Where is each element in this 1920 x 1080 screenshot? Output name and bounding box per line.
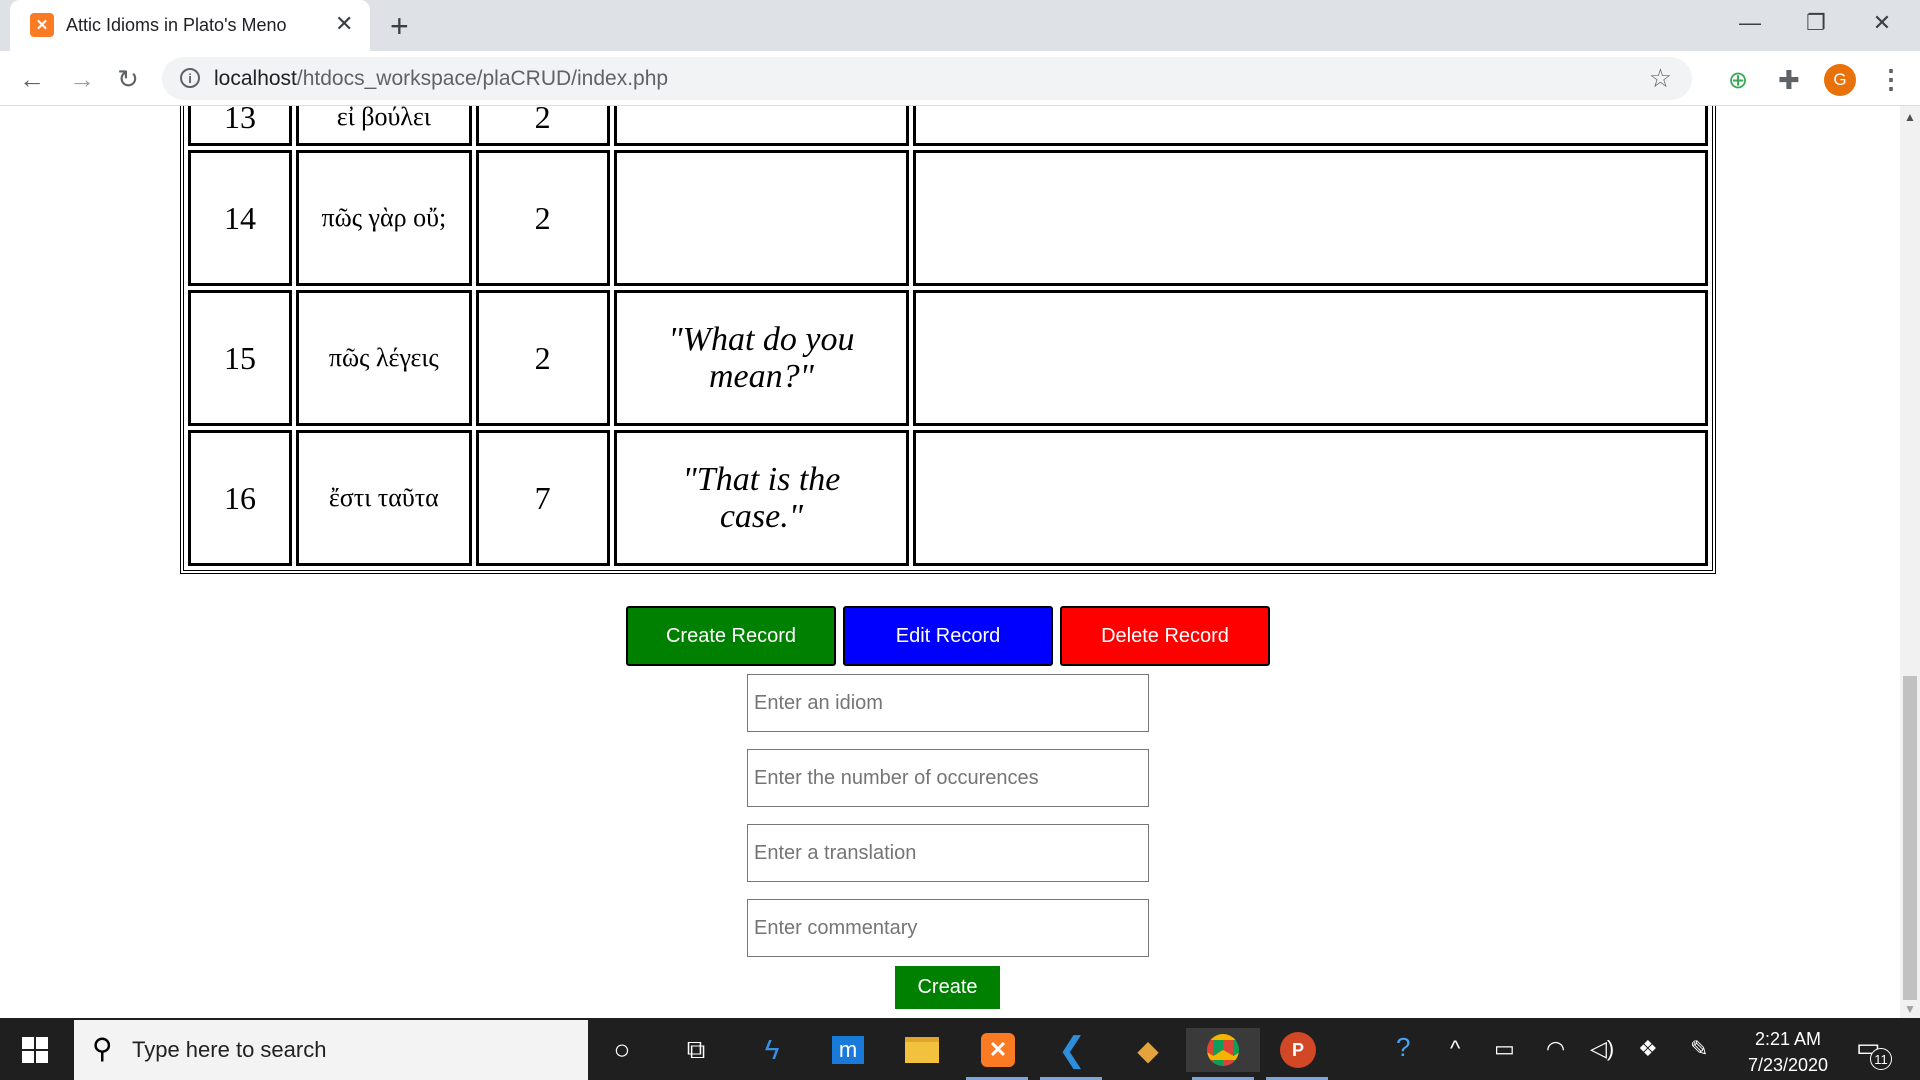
- help-icon[interactable]: ?: [1396, 1032, 1410, 1063]
- browser-menu-icon[interactable]: ⋮: [1878, 64, 1904, 95]
- table-row: 13 εἰ βούλει 2: [188, 106, 1708, 146]
- row-translation: [613, 150, 910, 286]
- restore-button[interactable]: ❐: [1786, 6, 1846, 40]
- notification-count-badge: 11: [1870, 1048, 1892, 1070]
- scroll-up-arrow-icon[interactable]: ▲: [1904, 110, 1916, 124]
- row-translation: "That is the case.": [613, 430, 910, 566]
- show-hidden-icons-chevron-icon[interactable]: ^: [1450, 1036, 1460, 1062]
- windows-taskbar: ⚲ Type here to search ○ ⧉ ϟ m ✕ ❮ ◆ P ? …: [0, 1018, 1920, 1080]
- row-occurrences: 7: [475, 430, 610, 566]
- table-row: 16 ἔστι ταῦτα 7 "That is the case.": [188, 430, 1708, 566]
- vscode-icon[interactable]: ❮: [1050, 1028, 1094, 1072]
- row-idiom: πῶς γὰρ οὔ;: [295, 150, 472, 286]
- windows-start-icon[interactable]: [22, 1037, 48, 1063]
- row-number: 14: [188, 150, 292, 286]
- app-store-icon[interactable]: m: [826, 1028, 870, 1072]
- page-content: 13 εἰ βούλει 2 14 πῶς γὰρ οὔ; 2 15 πῶς λ…: [0, 106, 1900, 1018]
- display-icon[interactable]: ▭: [1494, 1036, 1515, 1062]
- url-text[interactable]: localhost/htdocs_workspace/plaCRUD/index…: [214, 67, 668, 91]
- browser-toolbar: ← → ↻ i localhost/htdocs_workspace/plaCR…: [0, 51, 1920, 106]
- bookmark-star-icon[interactable]: ☆: [1649, 63, 1672, 94]
- close-window-button[interactable]: ✕: [1852, 6, 1912, 40]
- tab-title: Attic Idioms in Plato's Meno: [66, 15, 287, 35]
- row-translation: [613, 106, 910, 146]
- row-commentary: [913, 106, 1708, 146]
- pen-icon[interactable]: ✎: [1690, 1036, 1708, 1062]
- page-scrollbar[interactable]: ▲ ▼: [1900, 106, 1920, 1018]
- new-tab-button[interactable]: +: [390, 8, 409, 45]
- git-icon[interactable]: ◆: [1126, 1028, 1170, 1072]
- row-idiom: ἔστι ταῦτα: [295, 430, 472, 566]
- row-translation: "What do you mean?": [613, 290, 910, 426]
- row-occurrences: 2: [475, 290, 610, 426]
- taskbar-clock[interactable]: 2:21 AM 7/23/2020: [1738, 1026, 1838, 1078]
- translation-input[interactable]: [747, 824, 1149, 882]
- puzzle-extensions-icon[interactable]: ✚: [1778, 65, 1800, 96]
- occurrences-input[interactable]: [747, 749, 1149, 807]
- profile-avatar[interactable]: G: [1824, 64, 1856, 96]
- tab-close-icon[interactable]: ✕: [335, 11, 353, 37]
- task-view-icon[interactable]: ⧉: [674, 1028, 718, 1072]
- delete-record-button[interactable]: Delete Record: [1060, 606, 1270, 666]
- tab-bar: ✕ Attic Idioms in Plato's Meno ✕ + — ❐ ✕: [0, 0, 1920, 51]
- powerpoint-icon[interactable]: P: [1276, 1028, 1320, 1072]
- volume-icon[interactable]: ◁): [1590, 1036, 1614, 1062]
- row-number: 13: [188, 106, 292, 146]
- cortana-icon[interactable]: ○: [600, 1028, 644, 1072]
- row-occurrences: 2: [475, 150, 610, 286]
- clock-time: 2:21 AM: [1754, 1029, 1822, 1049]
- row-commentary: [913, 430, 1708, 566]
- row-commentary: [913, 290, 1708, 426]
- taskbar-search[interactable]: ⚲ Type here to search: [74, 1020, 588, 1080]
- idiom-input[interactable]: [747, 674, 1149, 732]
- row-occurrences: 2: [475, 106, 610, 146]
- search-icon: ⚲: [92, 1033, 113, 1064]
- wifi-icon[interactable]: ◠: [1546, 1036, 1565, 1062]
- add-extension-icon[interactable]: ⊕: [1728, 66, 1748, 95]
- browser-tab[interactable]: ✕ Attic Idioms in Plato's Meno ✕: [10, 0, 370, 51]
- row-commentary: [913, 150, 1708, 286]
- xampp-favicon-icon: ✕: [30, 13, 54, 37]
- chrome-icon[interactable]: [1186, 1028, 1260, 1072]
- taskbar-search-placeholder: Type here to search: [132, 1037, 327, 1062]
- scroll-thumb[interactable]: [1903, 676, 1917, 1000]
- row-number: 15: [188, 290, 292, 426]
- file-explorer-icon[interactable]: [900, 1028, 944, 1072]
- address-bar[interactable]: i localhost/htdocs_workspace/plaCRUD/ind…: [162, 57, 1692, 100]
- row-number: 16: [188, 430, 292, 566]
- forward-button[interactable]: →: [64, 61, 100, 97]
- scroll-down-arrow-icon[interactable]: ▼: [1904, 1002, 1916, 1016]
- table-row: 14 πῶς γὰρ οὔ; 2: [188, 150, 1708, 286]
- create-record-button[interactable]: Create Record: [626, 606, 836, 666]
- app-bolt-icon[interactable]: ϟ: [750, 1028, 794, 1072]
- minimize-button[interactable]: —: [1720, 6, 1780, 40]
- commentary-input[interactable]: [747, 899, 1149, 957]
- edit-record-button[interactable]: Edit Record: [843, 606, 1053, 666]
- create-submit-button[interactable]: Create: [895, 966, 1000, 1009]
- table-row: 15 πῶς λέγεις 2 "What do you mean?": [188, 290, 1708, 426]
- row-idiom: εἰ βούλει: [295, 106, 472, 146]
- back-button[interactable]: ←: [14, 61, 50, 97]
- idioms-table: 13 εἰ βούλει 2 14 πῶς γὰρ οὔ; 2 15 πῶς λ…: [180, 106, 1716, 574]
- row-idiom: πῶς λέγεις: [295, 290, 472, 426]
- dropbox-icon[interactable]: ❖: [1638, 1036, 1658, 1062]
- clock-date: 7/23/2020: [1747, 1055, 1829, 1075]
- info-icon[interactable]: i: [180, 68, 200, 88]
- reload-button[interactable]: ↻: [110, 61, 146, 97]
- xampp-icon[interactable]: ✕: [976, 1028, 1020, 1072]
